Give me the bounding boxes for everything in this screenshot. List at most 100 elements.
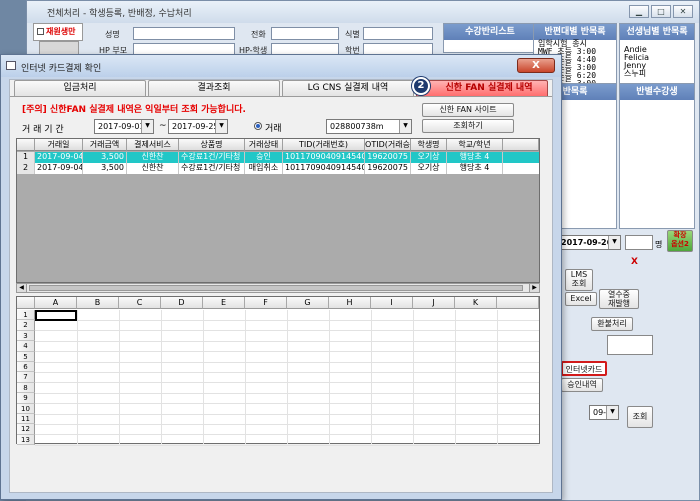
date-to-field[interactable]: 2017-09-25 ▼ [168,119,228,134]
sheet-row-header[interactable]: 7 [17,372,35,383]
sheet-row-header[interactable]: 10 [17,403,35,414]
sheet-gridline [35,444,539,446]
main-x-mark: X [631,257,638,267]
name-input[interactable] [133,27,235,40]
checkbox-box[interactable] [37,28,44,35]
refund-button[interactable]: 환불처리 [591,317,633,331]
tab-result[interactable]: 결과조회 [148,80,280,96]
teacher-list[interactable]: Andie Felicia Jenny 스누피 [624,46,649,78]
table-cell: 수강료1건/기타청 [179,163,245,174]
tab-underline [10,96,552,97]
sheet-row-header[interactable]: 4 [17,341,35,352]
sheet-column-header[interactable]: K [455,297,497,309]
scroll-left-arrow-icon[interactable]: ◀ [17,284,27,292]
grid-header-cell[interactable]: OTID(거래승 [365,139,411,151]
phone-input[interactable] [271,27,339,40]
sheet-row-header[interactable]: 5 [17,351,35,362]
sheet-gridline [455,310,456,444]
account-select[interactable]: 028800738m ▼ [326,119,412,134]
receipt-reissue-button[interactable]: 열수중 재발행 [599,289,639,309]
expand-options-button[interactable]: 확장 옵션2 [667,230,693,252]
refund-memo-field[interactable] [607,335,653,355]
spreadsheet-grid[interactable]: A B C D E F G H I J K 1 2 3 4 5 6 7 8 9 10 11 12 13 [16,296,540,446]
sheet-gridline [287,310,288,444]
table-cell: 승인 [245,152,283,163]
sheet-column-header[interactable]: H [329,297,371,309]
sheet-row-header[interactable]: 9 [17,393,35,404]
grid-header-cell[interactable]: 상품명 [179,139,245,151]
date-from-field[interactable]: 2017-09-01 ▼ [94,119,154,134]
date-to-dropdown-icon[interactable]: ▼ [215,120,227,133]
teacher-item[interactable]: 스누피 [624,70,649,78]
grid-header-cell[interactable]: TID(거래번호) [283,139,365,151]
minimize-button[interactable]: ▁ [629,5,649,18]
dialog-close-button[interactable]: X [517,58,555,73]
main-date-value: 2017-09-26 [561,238,613,247]
sheet-corner[interactable] [17,297,35,309]
scroll-thumb[interactable] [29,285,523,291]
sheet-gridline [329,310,330,444]
sheet-row-header[interactable]: 8 [17,382,35,394]
sheet-column-header[interactable]: C [119,297,161,309]
search-now-button[interactable]: 조회하기 [422,119,514,133]
class-students-panel: 반별수강생 [619,83,695,229]
excel-button[interactable]: Excel [565,292,597,306]
small-date-dropdown-icon[interactable]: ▼ [606,406,618,419]
main-date-dropdown-icon[interactable]: ▼ [608,236,620,249]
sheet-row-header[interactable]: 6 [17,362,35,373]
shinhan-fan-site-button[interactable]: 신한 FAN 사이트 [422,103,514,117]
grid-header-cell[interactable]: 거래상태 [245,139,283,151]
small-date-field[interactable]: 09-26 ▼ [589,405,619,420]
sheet-column-header[interactable]: D [161,297,203,309]
tab-deposit[interactable]: 입금처리 [14,80,146,96]
grid-header-cell[interactable]: 거래일 [35,139,83,151]
scroll-right-arrow-icon[interactable]: ▶ [529,284,539,292]
transaction-grid[interactable]: 거래일 거래금액 결제서비스 상품명 거래상태 TID(거래번호) OTID(거래승 학생명 학… [16,138,540,283]
grid-header-cell[interactable]: 거래금액 [83,139,127,151]
sheet-row-header[interactable]: 1 [17,310,35,321]
maximize-button[interactable]: □ [651,5,671,18]
sheet-column-header[interactable]: G [287,297,329,309]
account-dropdown-icon[interactable]: ▼ [399,120,411,133]
deal-radio[interactable] [254,122,262,130]
enrolled-only-checkbox[interactable]: 재원생만 [33,23,83,41]
main-date-field[interactable]: 2017-09-26 ▼ [557,235,621,250]
class-students-header: 반별수강생 [620,84,694,100]
selected-cell[interactable] [35,310,77,321]
sheet-row-header[interactable]: 13 [17,434,35,446]
sheet-row-header[interactable]: 3 [17,330,35,342]
callout-2-marker: 2 [412,77,430,95]
sheet-column-header[interactable]: I [371,297,413,309]
sheet-gridline [119,310,120,444]
grid-horizontal-scrollbar[interactable]: ◀ ▶ [16,283,540,293]
main-title-bar: 전체처리 - 학생등록, 반배정, 수납처리 ▁ □ ✕ [27,1,699,23]
grid-header-cell[interactable]: 학교/학년 [447,139,503,151]
main-blank-field[interactable] [625,235,653,250]
table-cell: 행당초 4 [447,163,503,174]
table-cell: 2017-09-04 [37,152,83,163]
sheet-column-header[interactable]: J [413,297,455,309]
internet-card-button[interactable]: 인터넷카드 [561,361,607,376]
approval-history-button[interactable]: 승인내역 [561,378,603,392]
sheet-row-header[interactable]: 11 [17,414,35,425]
lms-search-button[interactable]: LMS 조회 [565,269,593,291]
sheet-row-header[interactable]: 12 [17,424,35,435]
label-name: 성명 [105,30,120,39]
date-from-dropdown-icon[interactable]: ▼ [141,120,153,133]
sheet-column-header[interactable]: B [77,297,119,309]
sheet-column-header[interactable]: F [245,297,287,309]
sheet-row-header[interactable]: 2 [17,320,35,331]
date-to-value: 2017-09-25 [172,122,219,131]
close-main-button[interactable]: ✕ [673,5,693,18]
tab-lgcns[interactable]: LG CNS 실결제 내역 [282,80,414,96]
grid-header-cell[interactable] [17,139,35,151]
sheet-column-header[interactable]: E [203,297,245,309]
id-input[interactable] [363,27,433,40]
grid-header-filler [503,139,539,151]
sheet-gridline [413,310,414,444]
grid-header-cell[interactable]: 결제서비스 [127,139,179,151]
search-button[interactable]: 조회 [627,406,653,428]
tab-shinhan-fan[interactable]: 신한 FAN 실결제 내역 [416,80,548,96]
grid-header-cell[interactable]: 학생명 [411,139,447,151]
sheet-column-header[interactable]: A [35,297,77,309]
